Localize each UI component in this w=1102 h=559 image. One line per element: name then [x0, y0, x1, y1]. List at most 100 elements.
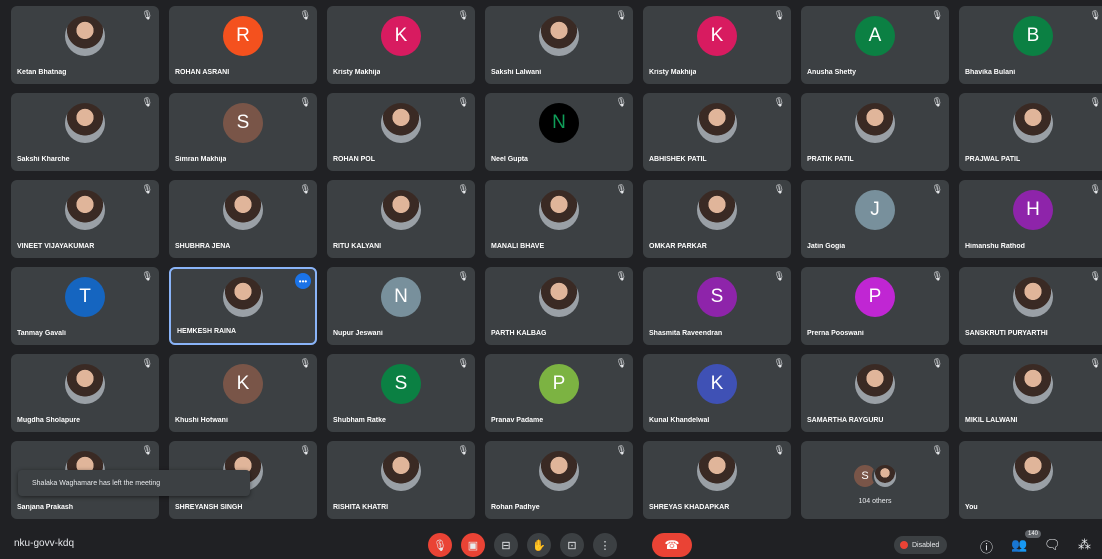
mic-off-icon: 🎙: [931, 445, 943, 455]
mic-off-icon: 🎙: [457, 10, 469, 20]
participant-name: OMKAR PARKAR: [649, 243, 707, 250]
avatar: [855, 102, 895, 143]
participant-tile[interactable]: K Kristy Makhija 🎙: [327, 6, 475, 84]
mic-off-icon: 🎙: [931, 184, 943, 194]
chat-icon[interactable]: 🗨: [1044, 537, 1061, 553]
mic-off-icon: 🎙: [141, 10, 153, 20]
participant-tile[interactable]: Sakshi Kharche 🎙: [11, 93, 159, 171]
avatar: [223, 277, 263, 318]
mic-off-icon: 🎙: [931, 358, 943, 368]
participant-name: Bhavika Bulani: [965, 69, 1016, 76]
participant-tile[interactable]: N Neel Gupta 🎙: [485, 93, 633, 171]
raise-hand-button[interactable]: ✋: [527, 533, 551, 557]
participant-tile[interactable]: PRATIK PATIL 🎙: [801, 93, 949, 171]
mic-off-icon: 🎙: [141, 97, 153, 107]
participant-tile[interactable]: H Himanshu Rathod 🎙: [959, 180, 1102, 258]
participant-name: Sakshi Lalwani: [491, 69, 542, 76]
leave-call-button[interactable]: ☎: [652, 533, 692, 557]
avatar: [1013, 276, 1053, 317]
mic-toggle-button[interactable]: 🎙: [428, 533, 452, 557]
participant-tile[interactable]: S Shasmita Raveendran 🎙: [643, 267, 791, 345]
more-options-button[interactable]: ⋮: [593, 533, 617, 557]
participant-tile[interactable]: PRAJWAL PATIL 🎙: [959, 93, 1102, 171]
participant-tile[interactable]: MANALI BHAVE 🎙: [485, 180, 633, 258]
people-icon[interactable]: 👥: [1011, 537, 1027, 553]
participant-name: Kunal Khandelwal: [649, 417, 710, 424]
avatar: [539, 276, 579, 317]
mic-off-icon: 🎙: [141, 184, 153, 194]
participant-name: Kristy Makhija: [649, 69, 697, 76]
presentation-status-chip[interactable]: Disabled: [894, 536, 948, 554]
mic-off-icon: 🎙: [299, 10, 311, 20]
more-options-icon: ⋮: [599, 539, 611, 552]
participant-tile[interactable]: S Simran Makhija 🎙: [169, 93, 317, 171]
avatar: H: [1013, 189, 1053, 230]
participant-tile[interactable]: Sakshi Lalwani 🎙: [485, 6, 633, 84]
avatar: [1013, 450, 1053, 491]
participant-name: PRATIK PATIL: [807, 156, 854, 163]
avatar: N: [539, 102, 579, 143]
participant-name: SHREYAS KHADAPKAR: [649, 504, 730, 511]
participant-tile[interactable]: ABHISHEK PATIL 🎙: [643, 93, 791, 171]
activities-icon[interactable]: ⁂: [1078, 537, 1091, 553]
participant-tile[interactable]: B Bhavika Bulani 🎙: [959, 6, 1102, 84]
participant-tile[interactable]: Rohan Padhye 🎙: [485, 441, 633, 519]
participant-tile[interactable]: ROHAN POL 🎙: [327, 93, 475, 171]
participant-name: Neel Gupta: [491, 156, 528, 163]
participant-name: ROHAN ASRANI: [175, 69, 230, 76]
participant-tile[interactable]: OMKAR PARKAR 🎙: [643, 180, 791, 258]
participant-tile[interactable]: RISHITA KHATRI 🎙: [327, 441, 475, 519]
participant-name: Pranav Padame: [491, 417, 544, 424]
participant-name: Ketan Bhatnag: [17, 69, 67, 76]
participant-tile[interactable]: P Pranav Padame 🎙: [485, 354, 633, 432]
captions-button[interactable]: ⊟: [494, 533, 518, 557]
participant-tile[interactable]: S Shubham Ratke 🎙: [327, 354, 475, 432]
mic-off-icon: 🎙: [299, 184, 311, 194]
participant-tile[interactable]: J Jatin Gogia 🎙: [801, 180, 949, 258]
participant-tile[interactable]: SHREYAS KHADAPKAR 🎙: [643, 441, 791, 519]
participant-tile[interactable]: SHUBHRA JENA 🎙: [169, 180, 317, 258]
participant-name: Jatin Gogia: [807, 243, 846, 250]
present-button[interactable]: ⊡: [560, 533, 584, 557]
others-avatar-stack: S: [852, 462, 898, 489]
participant-tile[interactable]: Mugdha Sholapure 🎙: [11, 354, 159, 432]
participant-name: HEMKESH RAINA: [177, 328, 237, 335]
avatar: [381, 450, 421, 491]
participant-tile[interactable]: N Nupur Jeswani 🎙: [327, 267, 475, 345]
participant-tile[interactable]: K Khushi Hotwani 🎙: [169, 354, 317, 432]
participant-name: Shasmita Raveendran: [649, 330, 723, 337]
participant-name: MANALI BHAVE: [491, 243, 545, 250]
info-icon[interactable]: ⓘ: [980, 537, 993, 556]
participant-tile[interactable]: SAMARTHA RAYGURU 🎙: [801, 354, 949, 432]
participant-tile[interactable]: You: [959, 441, 1102, 519]
mic-off-icon: 🎙: [299, 97, 311, 107]
camera-toggle-button[interactable]: ▣: [461, 533, 485, 557]
participant-tile[interactable]: P Prerna Pooswani 🎙: [801, 267, 949, 345]
participant-name: Kristy Makhija: [333, 69, 381, 76]
participant-tile[interactable]: SANSKRUTI PURYARTHI 🎙: [959, 267, 1102, 345]
participant-tile[interactable]: Ketan Bhatnag 🎙: [11, 6, 159, 84]
mic-off-icon: 🎙: [1089, 358, 1101, 368]
participant-tile[interactable]: T Tanmay Gavali 🎙: [11, 267, 159, 345]
participant-tile[interactable]: K Kristy Makhija 🎙: [643, 6, 791, 84]
participant-tile[interactable]: HEMKESH RAINA •••: [169, 267, 317, 345]
participant-tile[interactable]: A Anusha Shetty 🎙: [801, 6, 949, 84]
avatar: A: [855, 15, 895, 56]
camera-off-icon: ▣: [467, 539, 479, 552]
speaking-indicator-icon: •••: [295, 273, 311, 289]
avatar: [872, 462, 898, 489]
mic-off-icon: 🎙: [615, 184, 627, 194]
participant-tile[interactable]: PARTH KALBAG 🎙: [485, 267, 633, 345]
participant-tile[interactable]: K Kunal Khandelwal 🎙: [643, 354, 791, 432]
mic-off-icon: 🎙: [931, 271, 943, 281]
avatar: [223, 189, 263, 230]
avatar: P: [539, 363, 579, 404]
participant-tile[interactable]: RITU KALYANI 🎙: [327, 180, 475, 258]
participant-tile[interactable]: VINEET VIJAYAKUMAR 🎙: [11, 180, 159, 258]
participant-tile[interactable]: S 104 others 🎙: [801, 441, 949, 519]
participant-tile[interactable]: MIKIL LALWANI 🎙: [959, 354, 1102, 432]
avatar: [1013, 102, 1053, 143]
mic-off-icon: 🎙: [931, 97, 943, 107]
participant-tile[interactable]: R ROHAN ASRANI 🎙: [169, 6, 317, 84]
participant-name: You: [965, 504, 978, 511]
